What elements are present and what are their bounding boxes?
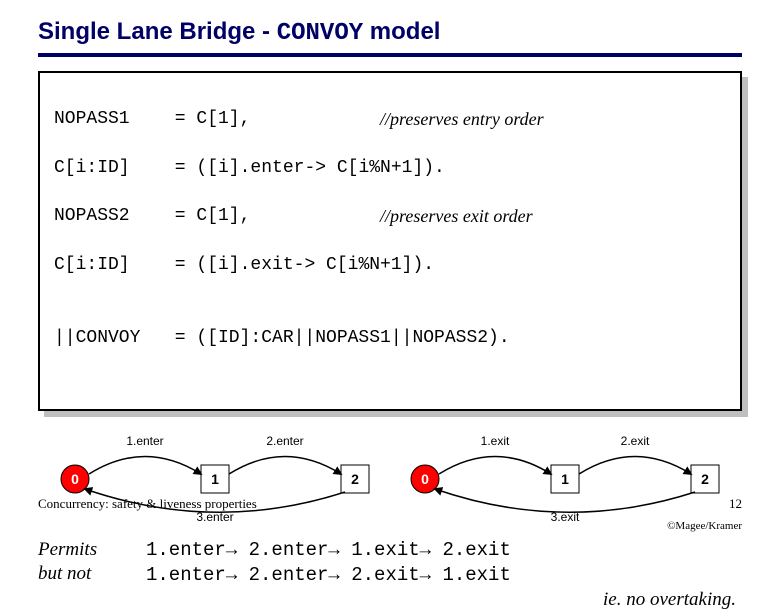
- node-1: 1: [211, 471, 219, 487]
- code-l3-cmt: //preserves exit order: [380, 204, 533, 228]
- node-0: 0: [71, 471, 79, 487]
- permits-row: Permits but not 1.enter→ 2.enter→ 1.exit…: [38, 538, 742, 587]
- code-l4-lhs: C[i:ID]: [54, 253, 164, 277]
- permits-label: Permits but not: [38, 538, 128, 586]
- permits-label-1: Permits: [38, 538, 128, 562]
- footer-left: Concurrency: safety & liveness propertie…: [38, 496, 257, 512]
- credit: ©Magee/Kramer: [667, 520, 742, 532]
- permits-bad: 1.enter→ 2.enter→ 2.exit→ 1.exit: [146, 563, 511, 588]
- code-l3a: = C[1],: [164, 204, 380, 228]
- code-l1a: = C[1],: [164, 107, 380, 131]
- code-l1-cmt: //preserves entry order: [380, 107, 544, 131]
- no-overtaking: ie. no overtaking.: [38, 589, 742, 611]
- node-0b: 0: [421, 471, 429, 487]
- edge-1enter: 1.enter: [126, 434, 163, 448]
- title-pre: Single Lane Bridge -: [38, 18, 277, 45]
- code-l4a: = ([i].: [164, 253, 250, 277]
- node-2: 2: [351, 471, 359, 487]
- title-mono: CONVOY: [277, 20, 363, 47]
- code-l4b: -> C[i%N+1]).: [294, 253, 434, 277]
- edge-2exit: 2.exit: [621, 434, 650, 448]
- code-l5: = ([ID]:CAR||NOPASS1||NOPASS2).: [164, 326, 510, 350]
- code-l5-lhs: ||CONVOY: [54, 326, 164, 350]
- code-l3-lhs: NOPASS2: [54, 204, 164, 228]
- edge-1exit: 1.exit: [481, 434, 510, 448]
- permits-label-2: but not: [38, 562, 128, 586]
- code-l2b: -> C[i%N+1]).: [304, 156, 444, 180]
- code-l4-kw: exit: [250, 253, 293, 277]
- code-l2-kw: enter: [250, 156, 304, 180]
- node-2b: 2: [701, 471, 709, 487]
- title-underline: [38, 53, 742, 57]
- code-box: NOPASS1 = C[1], //preserves entry order …: [38, 71, 742, 411]
- permits-ok: 1.enter→ 2.enter→ 1.exit→ 2.exit: [146, 538, 511, 563]
- page-number: 12: [729, 496, 742, 512]
- permits-sequences: 1.enter→ 2.enter→ 1.exit→ 2.exit 1.enter…: [146, 538, 511, 587]
- code-block: NOPASS1 = C[1], //preserves entry order …: [38, 71, 742, 411]
- title-post: model: [363, 18, 440, 45]
- footer: Concurrency: safety & liveness propertie…: [38, 496, 742, 512]
- node-1b: 1: [561, 471, 569, 487]
- edge-2enter: 2.enter: [266, 434, 303, 448]
- code-l1-lhs: NOPASS1: [54, 107, 164, 131]
- code-l2-lhs: C[i:ID]: [54, 156, 164, 180]
- code-l2a: = ([i].: [164, 156, 250, 180]
- slide-title: Single Lane Bridge - CONVOY model: [38, 18, 742, 47]
